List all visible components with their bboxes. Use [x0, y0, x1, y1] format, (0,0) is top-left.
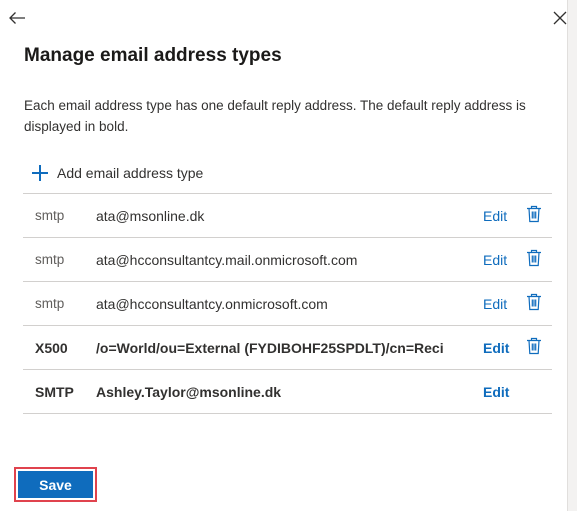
address-type: smtp	[35, 252, 65, 267]
edit-link[interactable]: Edit	[483, 296, 507, 312]
back-button[interactable]	[6, 7, 28, 29]
add-email-type-button[interactable]: Add email address type	[32, 162, 203, 184]
page-title: Manage email address types	[24, 45, 282, 66]
plus-icon	[32, 165, 48, 181]
email-address: ata@hcconsultantcy.onmicrosoft.com	[96, 295, 328, 312]
edit-link[interactable]: Edit	[483, 252, 507, 268]
table-row: smtp ata@msonline.dk Edit	[23, 194, 552, 238]
add-email-type-label: Add email address type	[57, 165, 204, 181]
trash-icon[interactable]	[526, 249, 542, 267]
address-type: X500	[35, 339, 68, 356]
email-address-table: smtp ata@msonline.dk Edit smtp ata@hccon…	[23, 193, 552, 414]
trash-icon[interactable]	[526, 205, 542, 223]
scrollbar-track[interactable]	[567, 0, 577, 511]
close-icon	[553, 11, 567, 25]
table-row: smtp ata@hcconsultantcy.onmicrosoft.com …	[23, 282, 552, 326]
email-address: Ashley.Taylor@msonline.dk	[96, 383, 282, 400]
edit-link[interactable]: Edit	[483, 340, 509, 356]
edit-link[interactable]: Edit	[483, 384, 509, 400]
trash-icon[interactable]	[526, 337, 542, 355]
trash-icon[interactable]	[526, 293, 542, 311]
address-type: SMTP	[35, 383, 74, 400]
address-type: smtp	[35, 296, 65, 311]
edit-link[interactable]: Edit	[483, 208, 507, 224]
email-address: ata@hcconsultantcy.mail.onmicrosoft.com	[96, 251, 358, 268]
manage-email-types-panel: Manage email address types Each email ad…	[0, 0, 567, 511]
email-address: ata@msonline.dk	[96, 207, 205, 224]
table-row-default: X500 /o=World/ou=External (FYDIBOHF25SPD…	[23, 326, 552, 370]
save-button[interactable]: Save	[18, 471, 93, 498]
arrow-left-icon	[9, 12, 25, 24]
table-row-default: SMTP Ashley.Taylor@msonline.dk Edit	[23, 370, 552, 414]
page-description: Each email address type has one default …	[24, 98, 526, 134]
address-type: smtp	[35, 208, 65, 223]
table-row: smtp ata@hcconsultantcy.mail.onmicrosoft…	[23, 238, 552, 282]
email-address: /o=World/ou=External (FYDIBOHF25SPDLT)/c…	[96, 339, 444, 356]
